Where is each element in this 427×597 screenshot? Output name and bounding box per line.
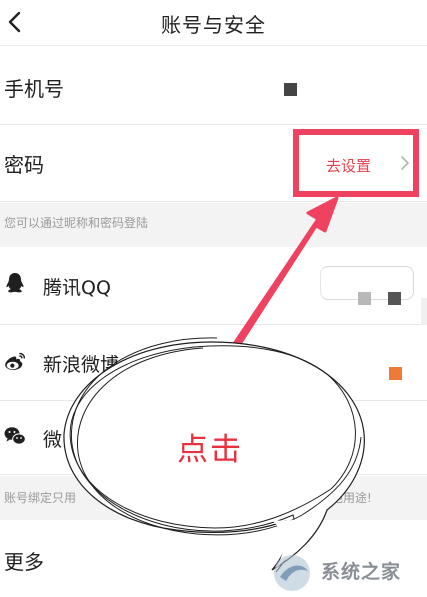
- qq-penguin-icon: [6, 273, 24, 293]
- watermark-text: 系统之家: [321, 561, 402, 583]
- annotation-highlight-box: [293, 129, 419, 197]
- weibo-status-mask: [389, 367, 402, 380]
- qq-status-mask-1: [358, 292, 371, 305]
- password-label: 密码: [4, 153, 44, 177]
- social-item-weibo[interactable]: 新浪微博: [0, 325, 427, 401]
- wechat-icon: [4, 427, 26, 445]
- qq-status-mask-2: [388, 292, 401, 305]
- more-label: 更多: [4, 550, 44, 574]
- page-title: 账号与安全: [161, 13, 266, 37]
- social-label-weibo: 新浪微博: [43, 354, 120, 376]
- social-label-wechat: 微: [43, 429, 63, 451]
- phone-row[interactable]: 手机号: [0, 47, 427, 125]
- binding-note-left: 账号绑定只用: [4, 491, 77, 505]
- phone-label: 手机号: [4, 77, 64, 101]
- binding-note-right: 作其他用途!: [307, 491, 372, 505]
- annotation-click-text: 点击: [177, 432, 243, 468]
- binding-note: 账号绑定只用 作其他用途!: [0, 476, 427, 520]
- weibo-icon: [5, 352, 26, 370]
- login-note: 您可以通过昵称和密码登陆: [0, 203, 427, 247]
- header-bar: 账号与安全: [0, 0, 427, 46]
- phone-value-mask: [284, 83, 297, 96]
- social-label-qq: 腾讯QQ: [43, 277, 111, 299]
